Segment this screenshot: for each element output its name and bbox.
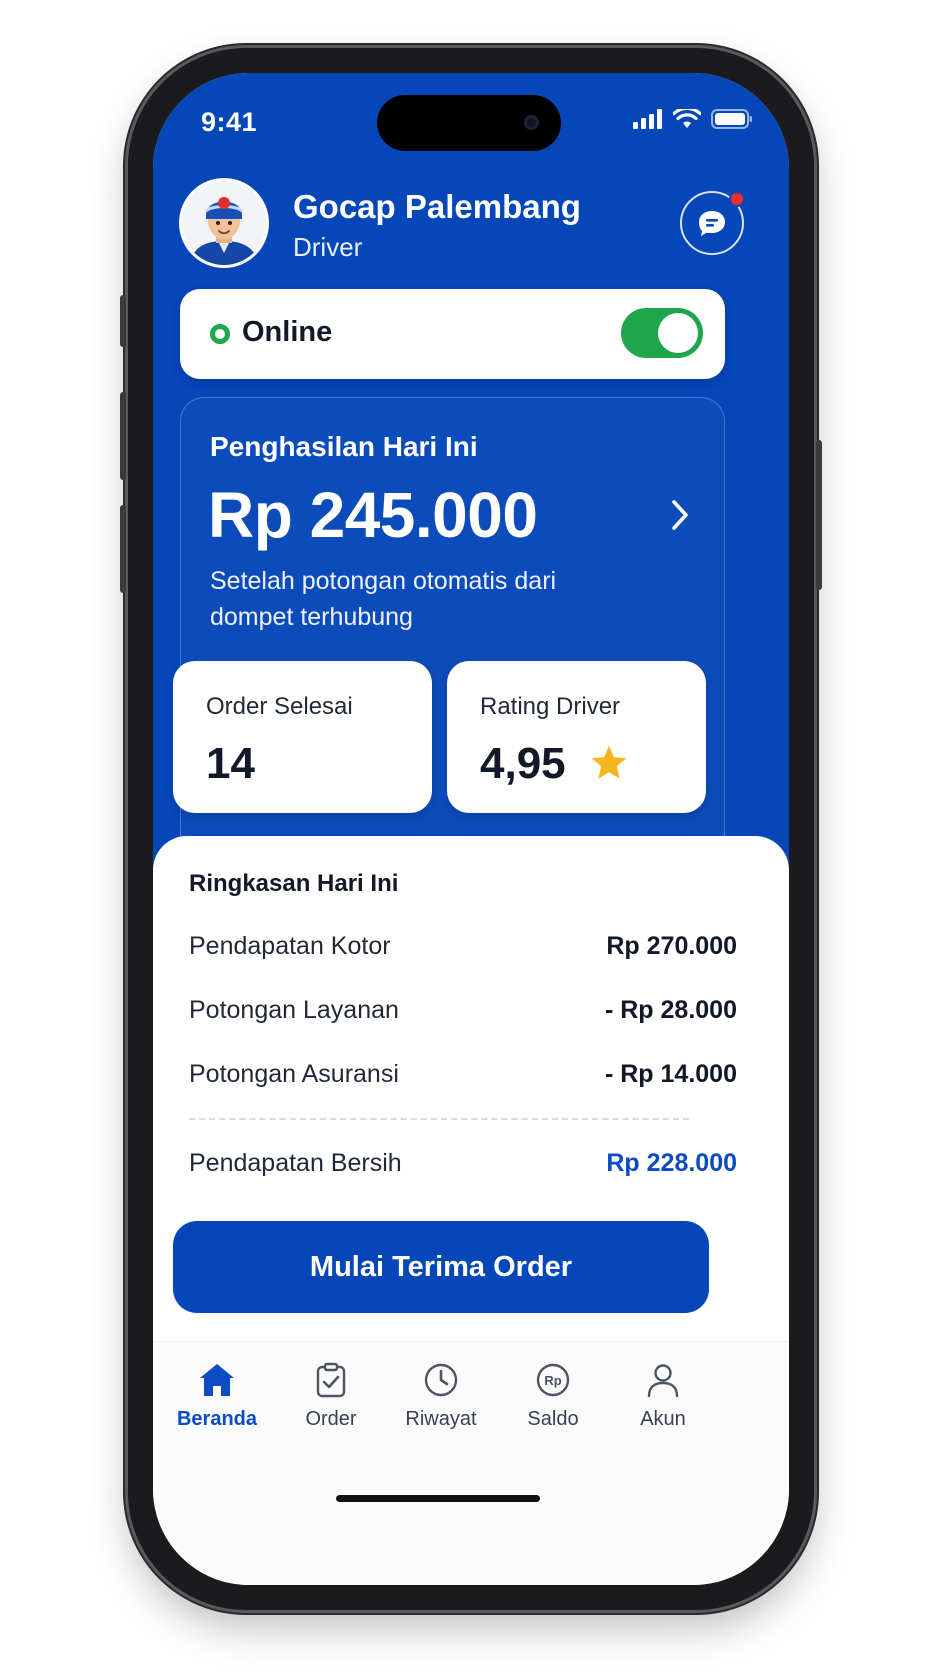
tab-beranda-label: Beranda xyxy=(176,1408,258,1430)
chat-icon xyxy=(699,211,725,236)
orders-completed-card[interactable]: Order Selesai 14 xyxy=(173,661,432,813)
tab-order[interactable]: Order xyxy=(281,1362,381,1431)
tab-akun[interactable]: Akun xyxy=(613,1362,713,1431)
online-status-dot-icon xyxy=(210,324,230,344)
gross-income-value: Rp 270.000 xyxy=(606,932,737,960)
gross-income-label: Pendapatan Kotor xyxy=(189,932,391,960)
driver-rating-label: Rating Driver xyxy=(480,693,621,720)
orders-completed-value: 14 xyxy=(206,739,255,788)
earnings-title: Penghasilan Hari Ini xyxy=(210,431,478,462)
chevron-right-icon[interactable] xyxy=(668,498,692,532)
chat-button[interactable] xyxy=(680,191,745,255)
bottom-tab-bar: Beranda Order Riwayat Rp Saldo Akun xyxy=(153,1341,789,1585)
tab-akun-label: Akun xyxy=(640,1408,686,1430)
online-toggle[interactable] xyxy=(621,308,703,358)
summary-divider xyxy=(189,1118,689,1120)
online-status-card: Online xyxy=(180,289,725,379)
status-icons xyxy=(633,109,753,129)
service-fee-value: - Rp 28.000 xyxy=(604,996,737,1024)
online-status-label: Online xyxy=(242,316,333,348)
tab-beranda[interactable]: Beranda xyxy=(167,1362,267,1431)
earnings-amount: Rp 245.000 xyxy=(208,479,538,551)
avatar[interactable] xyxy=(179,178,269,268)
star-icon xyxy=(591,745,627,779)
tab-riwayat[interactable]: Riwayat xyxy=(391,1362,491,1431)
user-icon xyxy=(647,1364,679,1398)
tab-riwayat-label: Riwayat xyxy=(405,1408,477,1430)
driver-rating-card[interactable]: Rating Driver 4,95 xyxy=(447,661,706,813)
orders-completed-label: Order Selesai xyxy=(206,693,353,720)
net-income-label: Pendapatan Bersih xyxy=(189,1149,402,1177)
cellular-signal-icon xyxy=(633,109,662,129)
action-button xyxy=(120,295,126,347)
insurance-fee-value: - Rp 14.000 xyxy=(604,1060,737,1088)
status-time: 9:41 xyxy=(201,107,258,137)
toggle-knob xyxy=(658,313,698,353)
service-fee-label: Potongan Layanan xyxy=(189,996,399,1024)
status-bar: 9:41 xyxy=(153,73,789,173)
driver-name: Gocap Palembang xyxy=(293,188,581,225)
start-accepting-orders-button[interactable]: Mulai Terima Order xyxy=(173,1221,709,1313)
net-income-value: Rp 228.000 xyxy=(606,1149,737,1177)
earnings-note: Setelah potongan otomatis dari dompet te… xyxy=(210,567,557,631)
wifi-icon xyxy=(673,109,701,128)
home-icon xyxy=(200,1364,234,1396)
notification-badge xyxy=(729,191,745,207)
app-screen: 9:41 Gocap Palembang Driver Online Pengh… xyxy=(153,73,789,1585)
battery-icon xyxy=(711,109,752,129)
rupiah-coin-icon: Rp xyxy=(536,1363,570,1397)
clock-icon xyxy=(424,1363,458,1397)
tab-saldo[interactable]: Rp Saldo xyxy=(503,1362,603,1431)
driver-header: Gocap Palembang Driver xyxy=(153,178,789,278)
power-button xyxy=(816,440,822,590)
tab-order-label: Order xyxy=(305,1408,357,1430)
summary-title: Ringkasan Hari Ini xyxy=(189,870,399,897)
dynamic-island xyxy=(377,95,561,151)
tab-saldo-label: Saldo xyxy=(527,1408,579,1430)
volume-down-button xyxy=(120,505,126,593)
insurance-fee-label: Potongan Asuransi xyxy=(189,1060,399,1088)
home-indicator[interactable] xyxy=(336,1495,540,1502)
svg-text:Rp: Rp xyxy=(544,1373,561,1388)
clipboard-check-icon xyxy=(316,1362,346,1398)
camera-icon xyxy=(524,115,539,130)
volume-up-button xyxy=(120,392,126,480)
driver-rating-value: 4,95 xyxy=(480,739,566,788)
driver-avatar-illustration xyxy=(182,181,266,265)
driver-role: Driver xyxy=(293,232,363,262)
